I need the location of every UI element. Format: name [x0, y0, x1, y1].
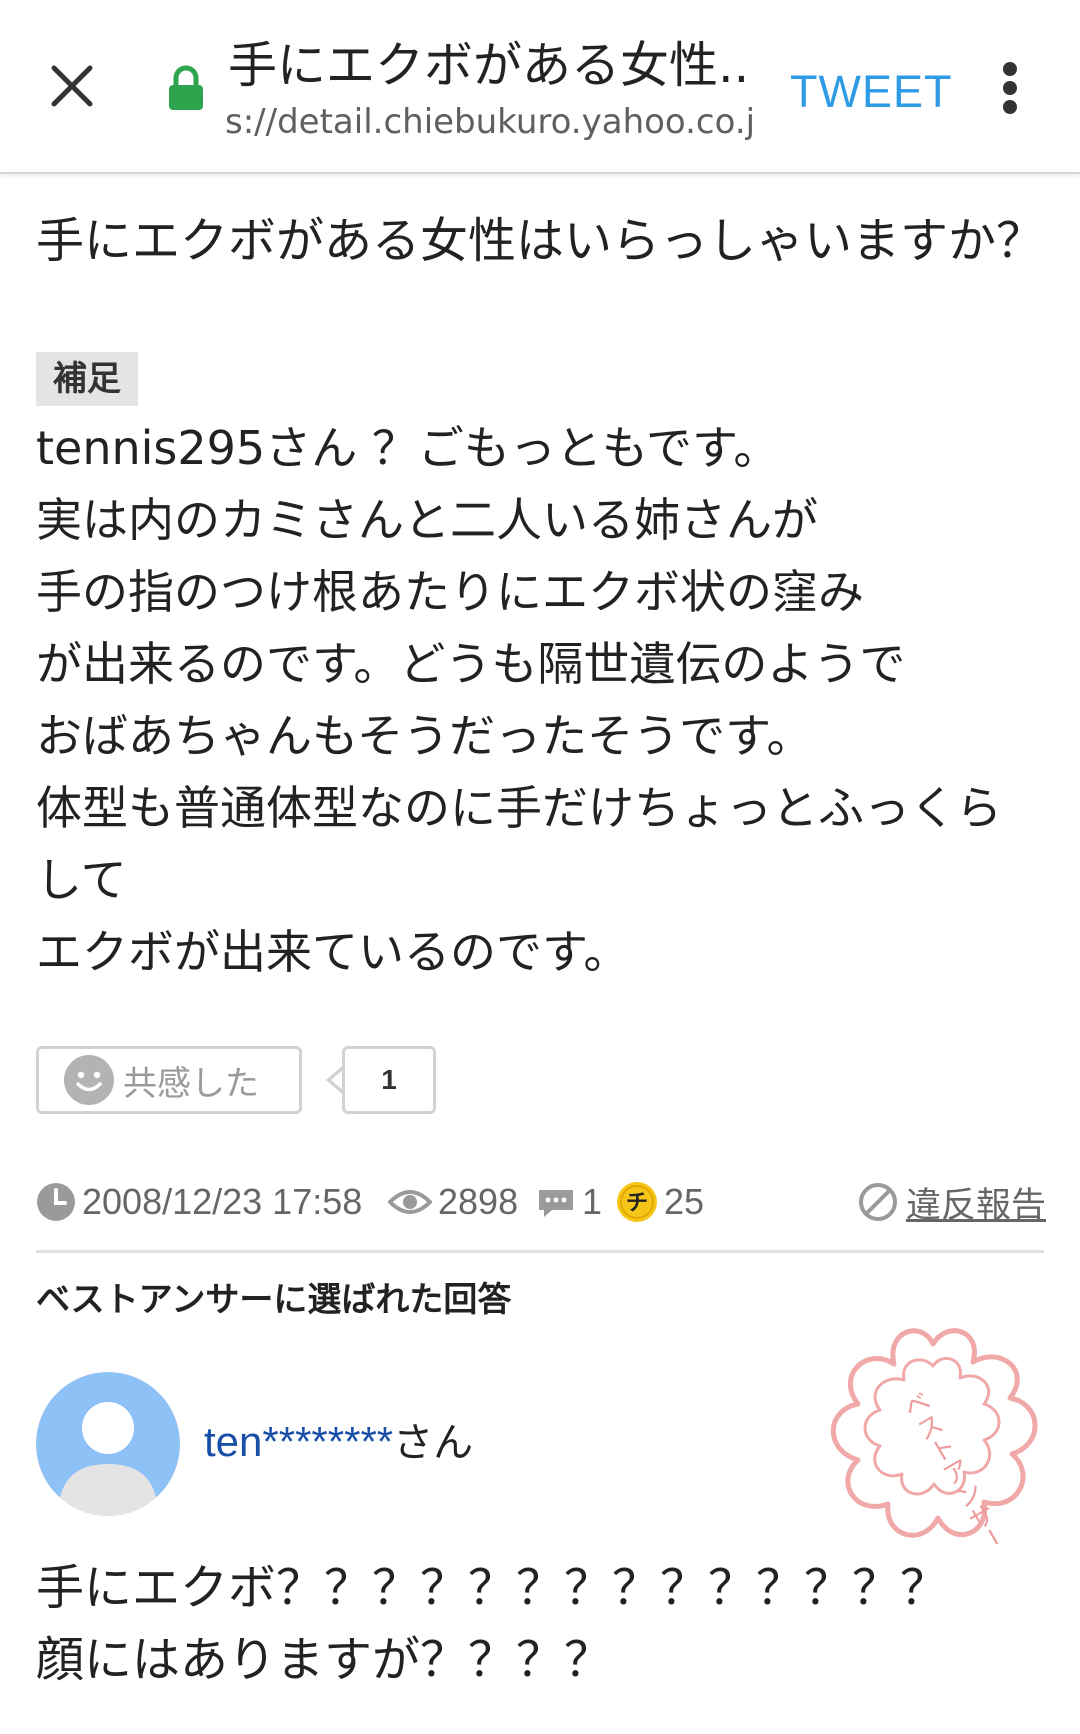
- question-line: tennis295さん ？ごもっともです。: [36, 421, 780, 475]
- question-line: 実は内のカミさんと二人いる姉さんが: [36, 493, 818, 547]
- empathy-label: 共感した: [123, 1063, 259, 1104]
- answerer-suffix: さん: [393, 1420, 474, 1466]
- question-line: 手の指のつけ根あたりにエクボ状の窪み: [36, 565, 864, 619]
- page-title: 手にエクボがある女性...: [228, 37, 748, 94]
- empathy-count: 1: [342, 1046, 436, 1114]
- views-text: 2898: [438, 1181, 519, 1222]
- browser-toolbar: 手にエクボがある女性... s://detail.chiebukuro.yaho…: [0, 0, 1080, 174]
- question-body: tennis295さん ？ごもっともです。 実は内のカミさんと二人いる姉さんが …: [36, 412, 1056, 988]
- supplement-badge: 補足: [36, 352, 138, 406]
- violation-label: 違反報告: [905, 1185, 1046, 1226]
- eye-icon: [388, 1190, 432, 1214]
- clock-icon: [37, 1183, 75, 1221]
- divider: [36, 1250, 1044, 1253]
- question-line: エクボが出来ているのです。: [36, 925, 630, 979]
- more-vert-icon[interactable]: [990, 56, 1030, 120]
- question-line: 体型も普通体型なのに手だけちょっとふっくら: [36, 781, 1002, 835]
- answers-text: 1: [582, 1181, 603, 1222]
- question-title: 手にエクボがある女性はいらっしゃいますか？: [36, 213, 1045, 269]
- answerer-id[interactable]: ten********: [204, 1418, 393, 1465]
- answer-body: 手にエクボ？？？？？？？？？？？？？？ 顔にはありますが？？？？: [36, 1552, 1056, 1696]
- prohibited-icon: [858, 1183, 897, 1221]
- report-violation-link[interactable]: 違反報告: [858, 1174, 1046, 1230]
- lock-icon: [169, 65, 203, 110]
- close-icon: [51, 65, 93, 107]
- page-url[interactable]: s://detail.chiebukuro.yahoo.co.jp: [225, 98, 755, 146]
- smile-icon: [64, 1055, 114, 1105]
- question-line: して: [36, 853, 127, 907]
- avatar[interactable]: [36, 1372, 180, 1516]
- answer-line: 手にエクボ？？？？？？？？？？？？？？: [36, 1560, 949, 1616]
- question-meta: 2008/12/23 17:58 2898 1 チ 25 違反報告: [36, 1174, 1046, 1230]
- datetime-text: 2008/12/23 17:58: [82, 1181, 363, 1222]
- menu-dot: [1003, 62, 1017, 76]
- default-user-icon: [36, 1372, 180, 1516]
- coin-icon: チ: [617, 1182, 657, 1222]
- answerer-name[interactable]: ten********さん: [204, 1412, 473, 1473]
- question-line: おばあちゃんもそうだったそうです。: [36, 709, 813, 763]
- best-answer-stamp: ベストアンサー: [830, 1328, 1038, 1544]
- tweet-button[interactable]: TWEET: [790, 64, 952, 120]
- coin-glyph: チ: [626, 1191, 648, 1216]
- empathy-button[interactable]: 共感した: [36, 1046, 302, 1114]
- coin-reward: チ 25: [616, 1174, 704, 1230]
- answer-count: 1: [536, 1174, 602, 1230]
- post-datetime: 2008/12/23 17:58: [36, 1174, 362, 1230]
- best-answer-heading: ベストアンサーに選ばれた回答: [36, 1280, 512, 1320]
- answer-line: 顔にはありますが？？？？: [36, 1632, 613, 1688]
- menu-dot: [1003, 100, 1017, 114]
- coins-text: 25: [664, 1181, 705, 1222]
- view-count: 2898: [388, 1174, 518, 1230]
- menu-dot: [1003, 81, 1017, 95]
- close-button[interactable]: [36, 50, 108, 122]
- comment-icon: [539, 1190, 573, 1217]
- question-line: が出来るのです。どうも隔世遺伝のようで: [36, 637, 906, 691]
